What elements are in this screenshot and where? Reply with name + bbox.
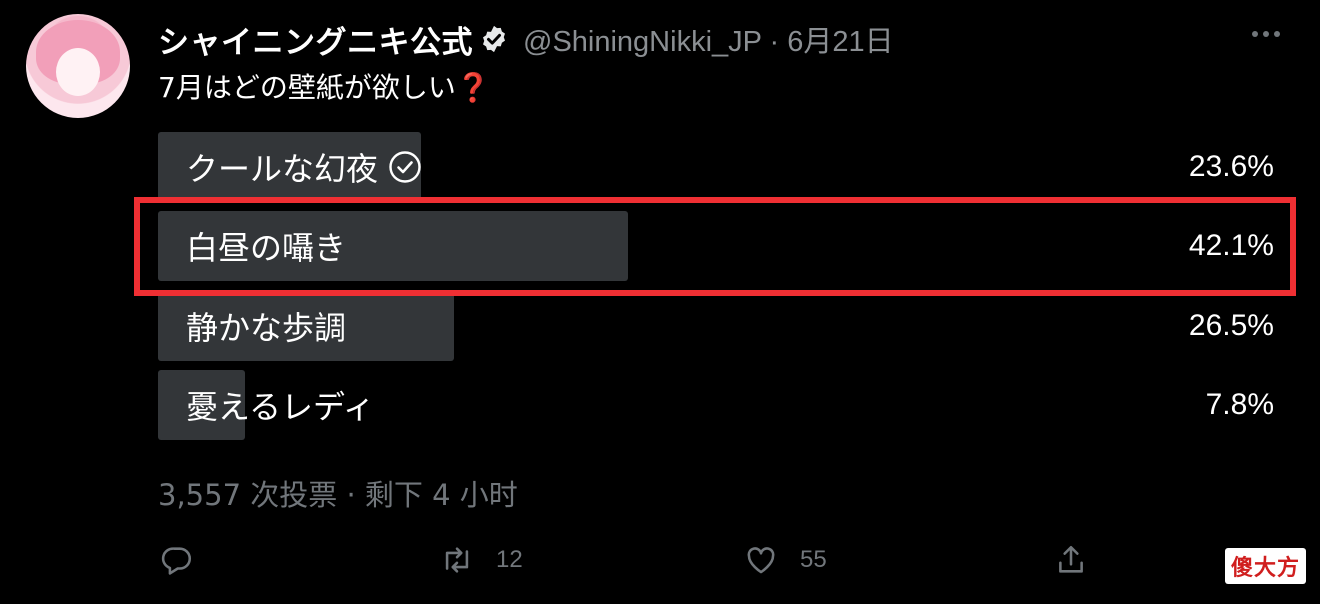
avatar[interactable] xyxy=(26,14,130,118)
poll-option-text: クールな幻夜 xyxy=(186,150,379,188)
avatar-face xyxy=(56,48,100,96)
heart-icon xyxy=(747,547,775,574)
poll-option-percent: 23.6% xyxy=(1188,150,1274,183)
retweet-count: 12 xyxy=(496,546,523,573)
poll-meta: 3,557 次投票 · 剩下 4 小时 xyxy=(158,478,518,512)
poll-option-percent: 7.8% xyxy=(1205,388,1274,421)
reply-button[interactable] xyxy=(160,540,216,580)
poll-option-label: 静かな歩調 xyxy=(186,291,346,361)
check-circle-icon xyxy=(388,150,422,184)
watermark: 傻大方 xyxy=(1224,548,1306,584)
poll-option: 憂えるレディ 7.8% xyxy=(158,370,1274,440)
tweet-text: 7月はどの壁紙が欲しい❓ xyxy=(158,66,491,106)
display-name[interactable]: シャイニングニキ公式 xyxy=(158,17,473,62)
poll-option-label: 憂えるレディ xyxy=(186,370,375,440)
poll-option: 静かな歩調 26.5% xyxy=(158,291,1274,361)
verified-badge-icon xyxy=(479,24,509,54)
handle-and-date[interactable]: @ShiningNikki_JP · 6月21日 xyxy=(523,18,894,60)
poll-option-percent: 26.5% xyxy=(1188,309,1274,342)
highlight-box xyxy=(134,197,1296,296)
poll-option-label: クールな幻夜 xyxy=(186,132,422,202)
more-dots-icon[interactable] xyxy=(1248,22,1284,46)
tweet-header: シャイニングニキ公式 @ShiningNikki_JP · 6月21日 xyxy=(158,14,894,64)
like-count: 55 xyxy=(800,546,827,573)
share-button[interactable] xyxy=(1054,540,1110,580)
retweet-icon xyxy=(445,547,469,573)
poll-option-text: 憂えるレディ xyxy=(186,388,375,426)
reply-icon xyxy=(161,547,192,575)
share-icon xyxy=(1059,545,1083,573)
retweet-button[interactable]: 12 xyxy=(440,540,523,580)
poll-option: クールな幻夜 23.6% xyxy=(158,132,1274,202)
tweet: シャイニングニキ公式 @ShiningNikki_JP · 6月21日 7月はど… xyxy=(0,0,1320,604)
like-button[interactable]: 55 xyxy=(744,540,827,580)
question-emoji: ❓ xyxy=(455,71,491,104)
tweet-text-body: 7月はどの壁紙が欲しい xyxy=(158,71,456,104)
poll-option-text: 静かな歩調 xyxy=(186,309,347,347)
